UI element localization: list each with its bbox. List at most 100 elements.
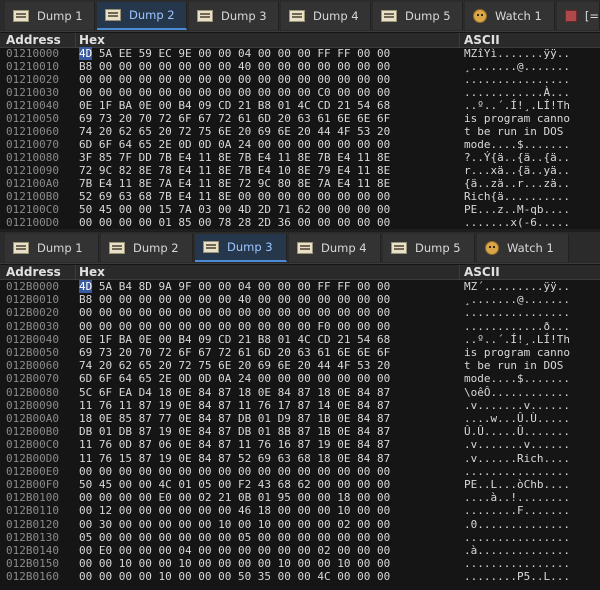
hex-header[interactable]: Hex [79, 33, 105, 48]
row-hex-bytes[interactable]: 00 00 00 00 10 00 00 00 50 35 00 00 4C 0… [79, 571, 390, 583]
selected-byte[interactable]: 4D [79, 280, 93, 293]
row-hex-bytes[interactable]: 00 00 00 00 00 00 00 00 00 00 00 00 C0 0… [79, 87, 390, 99]
hex-row[interactable]: 012B0130 05 00 00 00 00 00 00 00 05 00 00… [0, 531, 600, 544]
row-hex-bytes[interactable]: 11 76 15 87 19 0E 84 87 52 69 63 68 18 0… [79, 452, 390, 465]
hex-row[interactable]: 01210060 74 20 62 65 20 72 75 6E 20 69 6E… [0, 126, 600, 138]
row-hex-bytes[interactable]: 11 76 11 87 19 0E 84 87 11 76 17 87 14 0… [79, 399, 390, 412]
row-hex-bytes[interactable]: 4D 5A EE 59 EC 9E 00 00 04 00 00 00 FF F… [79, 47, 390, 60]
hex-row[interactable]: 01210070 6D 6F 64 65 2E 0D 0D 0A 24 00 00… [0, 139, 600, 151]
row-hex-bytes[interactable]: 11 76 0D 87 06 0E 84 87 11 76 16 87 19 0… [79, 439, 390, 451]
hex-row[interactable]: 012B0160 00 00 00 00 10 00 00 00 50 35 00… [0, 571, 600, 583]
row-hex-bytes[interactable]: B8 00 00 00 00 00 00 00 40 00 00 00 00 0… [79, 61, 390, 73]
row-ascii[interactable]: ................ [464, 307, 570, 319]
hex-row[interactable]: 012B0050 69 73 20 70 72 6F 67 72 61 6D 20… [0, 347, 600, 359]
row-hex-bytes[interactable]: 72 9C 82 8E 78 E4 11 8E 7B E4 10 8E 79 E… [79, 165, 390, 177]
hex-row[interactable]: 012B00B0 DB 01 DB 87 19 0E 84 87 DB 01 8B… [0, 426, 600, 438]
row-hex-bytes[interactable]: 18 0E 85 87 77 0E 84 87 DB 01 D9 87 1B 0… [79, 413, 390, 425]
hex-row[interactable]: 012B0040 0E 1F BA 0E 00 B4 09 CD 21 B8 01… [0, 333, 600, 346]
row-ascii[interactable]: ................ [464, 74, 570, 86]
row-ascii[interactable]: ¸.......@....... [464, 61, 570, 73]
row-hex-bytes[interactable]: 50 45 00 00 15 7A 03 00 4D 2D 71 62 00 0… [79, 204, 390, 216]
row-ascii[interactable]: .0.............. [464, 518, 570, 531]
row-ascii[interactable]: \oêÔ............ [464, 386, 570, 399]
hex-row[interactable]: 01210020 00 00 00 00 00 00 00 00 00 00 00… [0, 74, 600, 86]
row-hex-bytes[interactable]: 3F 85 7F DD 7B E4 11 8E 7B E4 11 8E 7B E… [79, 152, 390, 164]
tab-dump-5[interactable]: Dump 5 [383, 234, 475, 262]
row-hex-bytes[interactable]: 00 00 00 00 00 00 00 00 00 00 00 00 00 0… [79, 465, 390, 478]
hex-row[interactable]: 012B0120 00 30 00 00 00 00 00 10 00 10 00… [0, 518, 600, 531]
hex-row[interactable]: 01210080 3F 85 7F DD 7B E4 11 8E 7B E4 11… [0, 152, 600, 164]
hex-row[interactable]: 012B0010 B8 00 00 00 00 00 00 00 40 00 00… [0, 294, 600, 306]
ascii-header[interactable]: ASCII [464, 265, 500, 280]
hex-row[interactable]: 012100C0 50 45 00 00 15 7A 03 00 4D 2D 71… [0, 204, 600, 216]
row-hex-bytes[interactable]: 00 00 10 00 00 10 00 00 00 00 10 00 00 1… [79, 558, 390, 570]
row-hex-bytes[interactable]: 4D 5A B4 8D 9A 9F 00 00 04 00 00 00 FF F… [79, 280, 390, 293]
hex-row[interactable]: 012B0110 00 12 00 00 00 00 00 00 46 18 00… [0, 505, 600, 517]
row-hex-bytes[interactable]: 74 20 62 65 20 72 75 6E 20 69 6E 20 44 4… [79, 126, 390, 138]
row-ascii[interactable]: ¸.......@....... [464, 294, 570, 306]
row-ascii[interactable]: .v.......v...... [464, 439, 570, 451]
row-hex-bytes[interactable]: 50 45 00 00 4C 01 05 00 F2 43 68 62 00 0… [79, 479, 390, 491]
ascii-header[interactable]: ASCII [464, 33, 500, 48]
hex-row[interactable]: 012B00D0 11 76 15 87 19 0E 84 87 52 69 63… [0, 452, 600, 465]
row-hex-bytes[interactable]: 7B E4 11 8E 7A E4 11 8E 72 9C 80 8E 7A E… [79, 178, 390, 190]
row-ascii[interactable]: is program canno [464, 113, 570, 125]
address-header[interactable]: Address [6, 33, 61, 48]
tab-dump-1[interactable]: Dump 1 [5, 2, 95, 30]
row-ascii[interactable]: is program canno [464, 347, 570, 359]
row-hex-bytes[interactable]: 69 73 20 70 72 6F 67 72 61 6D 20 63 61 6… [79, 113, 390, 125]
hex-row[interactable]: 012B0080 5C 6F EA D4 18 0E 84 87 18 0E 84… [0, 386, 600, 399]
hex-row[interactable]: 012B00F0 50 45 00 00 4C 01 05 00 F2 43 68… [0, 479, 600, 491]
row-ascii[interactable]: .v.......v...... [464, 399, 570, 412]
hex-row[interactable]: 012B0150 00 00 10 00 00 10 00 00 00 00 10… [0, 558, 600, 570]
row-ascii[interactable]: .v......Rich.... [464, 452, 570, 465]
row-ascii[interactable]: Rich{ä.......... [464, 191, 570, 203]
row-ascii[interactable]: PE..L...òChb.... [464, 479, 570, 491]
row-ascii[interactable]: ....w...Û.Ù..... [464, 413, 570, 425]
hex-row[interactable]: 012B00C0 11 76 0D 87 06 0E 84 87 11 76 16… [0, 439, 600, 451]
row-hex-bytes[interactable]: 05 00 00 00 00 00 00 00 05 00 00 00 00 0… [79, 531, 390, 544]
row-hex-bytes[interactable]: 6D 6F 64 65 2E 0D 0D 0A 24 00 00 00 00 0… [79, 139, 390, 151]
tab-watch-1[interactable]: Watch 1 [465, 2, 555, 30]
row-hex-bytes[interactable]: 74 20 62 65 20 72 75 6E 20 69 6E 20 44 4… [79, 360, 390, 372]
address-header[interactable]: Address [6, 265, 61, 280]
hex-row[interactable]: 01210040 0E 1F BA 0E 00 B4 09 CD 21 B8 01… [0, 100, 600, 112]
hex-row[interactable]: 012B0000 4D 5A B4 8D 9A 9F 00 00 04 00 00… [0, 280, 600, 293]
row-ascii[interactable]: MZ´.........ÿÿ.. [464, 281, 570, 293]
hex-row[interactable]: 012B00E0 00 00 00 00 00 00 00 00 00 00 00… [0, 465, 600, 478]
tab-dump-4[interactable]: Dump 4 [289, 234, 381, 262]
hex-row[interactable]: 01210030 00 00 00 00 00 00 00 00 00 00 00… [0, 87, 600, 99]
selected-byte[interactable]: 4D [79, 47, 93, 60]
hex-row[interactable]: 01210010 B8 00 00 00 00 00 00 00 40 00 00… [0, 61, 600, 73]
row-hex-bytes[interactable]: 00 00 00 00 00 00 00 00 00 00 00 00 F0 0… [79, 320, 390, 333]
row-ascii[interactable]: mode....$....... [464, 373, 570, 385]
hex-row[interactable]: 012B00A0 18 0E 85 87 77 0E 84 87 DB 01 D9… [0, 413, 600, 425]
row-hex-bytes[interactable]: 0E 1F BA 0E 00 B4 09 CD 21 B8 01 4C CD 2… [79, 100, 390, 112]
hex-row[interactable]: 01210090 72 9C 82 8E 78 E4 11 8E 7B E4 10… [0, 165, 600, 177]
row-ascii[interactable]: ?..Ý{ä..{ä..{ä.. [464, 152, 570, 164]
row-hex-bytes[interactable]: 00 30 00 00 00 00 00 10 00 10 00 00 00 0… [79, 518, 390, 531]
tab-dump-5[interactable]: Dump 5 [373, 2, 463, 30]
row-ascii[interactable]: ........P5..L... [464, 571, 570, 583]
row-hex-bytes[interactable]: 52 69 63 68 7B E4 11 8E 00 00 00 00 00 0… [79, 191, 390, 203]
row-ascii[interactable]: {ä..zä..r...zä.. [464, 178, 570, 190]
hex-row[interactable]: 012100B0 52 69 63 68 7B E4 11 8E 00 00 00… [0, 191, 600, 203]
hex-row[interactable]: 01210050 69 73 20 70 72 6F 67 72 61 6D 20… [0, 113, 600, 125]
hex-header[interactable]: Hex [79, 265, 105, 280]
tab-dump-1[interactable]: Dump 1 [5, 234, 99, 262]
row-ascii[interactable]: ................ [464, 531, 570, 544]
row-ascii[interactable]: MZîYì.......ÿÿ.. [464, 48, 570, 60]
row-ascii[interactable]: ....à..!........ [464, 492, 570, 504]
row-hex-bytes[interactable]: B8 00 00 00 00 00 00 00 40 00 00 00 00 0… [79, 294, 390, 306]
row-ascii[interactable]: PE...z..M-qb.... [464, 204, 570, 216]
hex-row[interactable]: 012B0030 00 00 00 00 00 00 00 00 00 00 00… [0, 320, 600, 333]
tab-dump-3[interactable]: Dump 3 [189, 2, 279, 30]
row-ascii[interactable]: ............À... [464, 87, 570, 99]
hex-row[interactable]: 012B0090 11 76 11 87 19 0E 84 87 11 76 17… [0, 399, 600, 412]
tab-dump-3[interactable]: Dump 3 [195, 234, 287, 262]
row-ascii[interactable]: t be run in DOS [464, 360, 570, 372]
row-ascii[interactable]: Û.Û.....Û....... [464, 426, 570, 438]
row-ascii[interactable]: ..º..´.Í!¸.LÍ!Th [464, 333, 570, 346]
hex-row[interactable]: 012B0060 74 20 62 65 20 72 75 6E 20 69 6E… [0, 360, 600, 372]
tab-watch-1[interactable]: Watch 1 [477, 234, 569, 262]
